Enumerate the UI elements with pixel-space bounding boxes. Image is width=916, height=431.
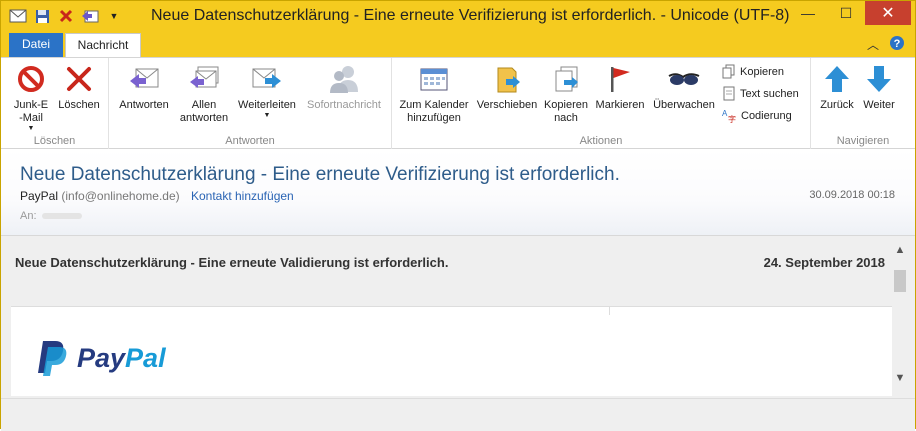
flag-icon (603, 62, 637, 96)
ribbon-tab-controls: ︿ ? (867, 35, 905, 54)
find-text-button[interactable]: Text suchen (722, 86, 799, 101)
mail-app-icon (9, 7, 27, 25)
encoding-button[interactable]: A字 Codierung (722, 108, 792, 123)
window-controls: — ☐ ✕ (789, 1, 911, 25)
body-date: 24. September 2018 (763, 255, 885, 270)
tab-file[interactable]: Datei (9, 33, 63, 57)
sender-name: PayPal (20, 189, 59, 203)
ribbon: Junk-E -Mail ▼ Löschen Löschen Antworten (1, 57, 915, 150)
copy-icon (722, 64, 735, 79)
group-actions: Zum Kalender hinzufügen Verschieben Kopi… (392, 58, 811, 150)
svg-text:?: ? (894, 38, 901, 50)
ribbon-tabs: Datei Nachricht ︿ ? (1, 32, 915, 57)
close-button[interactable]: ✕ (865, 1, 911, 25)
group-label-actions: Aktionen (579, 135, 623, 147)
help-icon[interactable]: ? (889, 35, 905, 54)
document-search-icon (723, 86, 735, 101)
copy-button[interactable]: Kopieren (722, 64, 784, 79)
maximize-button[interactable]: ☐ (827, 1, 865, 25)
window-title: Neue Datenschutzerklärung - Eine erneute… (151, 7, 790, 24)
body-bottom-area (1, 398, 915, 431)
encoding-icon: A字 (722, 109, 736, 123)
scrollbar-thumb[interactable] (894, 270, 906, 292)
quick-access-toolbar: ▼ (9, 7, 123, 25)
copy-document-icon (549, 62, 583, 96)
group-label-delete: Löschen (33, 135, 76, 147)
reply-all-button[interactable]: Allen antworten (175, 62, 233, 125)
customize-toolbar-icon[interactable]: ▼ (105, 7, 123, 25)
group-delete: Junk-E -Mail ▼ Löschen Löschen (1, 58, 109, 150)
group-label-respond: Antworten (225, 135, 275, 147)
paypal-logo-text: PayPal (77, 342, 166, 373)
reply-all-icon (187, 62, 221, 96)
message-subject: Neue Datenschutzerklärung - Eine erneute… (20, 164, 620, 185)
junk-mail-button[interactable]: Junk-E -Mail ▼ (11, 62, 51, 133)
group-navigate: Zurück Weiter Navigieren (811, 58, 915, 150)
calendar-icon (417, 62, 451, 96)
arrow-down-icon (862, 62, 896, 96)
title-bar: ▼ Neue Datenschutzerklärung - Eine erneu… (1, 1, 915, 32)
instant-message-button[interactable]: Sofortnachricht (303, 62, 385, 112)
delete-button[interactable]: Löschen (55, 62, 103, 112)
email-content-card: PayPal (11, 306, 892, 396)
paypal-mark-icon (38, 341, 67, 376)
delete-x-icon (62, 62, 96, 96)
scroll-up-icon[interactable]: ▲ (893, 244, 907, 256)
back-button[interactable]: Zurück (817, 62, 857, 112)
flag-button[interactable]: Markieren (592, 62, 648, 112)
copy-to-button[interactable]: Kopieren nach (540, 62, 592, 125)
move-button[interactable]: Verschieben (474, 62, 540, 112)
tab-message[interactable]: Nachricht (65, 33, 141, 57)
collapse-ribbon-icon[interactable]: ︿ (867, 36, 879, 53)
reply-icon (127, 62, 161, 96)
sender-line: PayPal (info@onlinehome.de) Kontakt hinz… (20, 189, 294, 203)
divider (609, 307, 610, 315)
to-label: An: (20, 210, 37, 222)
mail-window: ▼ Neue Datenschutzerklärung - Eine erneu… (0, 0, 916, 431)
recipient-redacted (41, 213, 82, 220)
reply-menu-icon[interactable] (81, 7, 99, 25)
group-respond: Antworten Allen antworten Weiterleiten ▼ (109, 58, 392, 150)
message-date: 30.09.2018 00:18 (809, 189, 895, 201)
add-to-calendar-button[interactable]: Zum Kalender hinzufügen (396, 62, 472, 125)
reply-button[interactable]: Antworten (115, 62, 173, 112)
svg-text:字: 字 (728, 114, 736, 123)
message-header: Neue Datenschutzerklärung - Eine erneute… (1, 149, 915, 235)
body-heading-row: Neue Datenschutzerklärung - Eine erneute… (15, 255, 885, 270)
recipient-line: An: (20, 210, 82, 222)
message-body[interactable]: Neue Datenschutzerklärung - Eine erneute… (1, 235, 915, 431)
glasses-icon (667, 62, 701, 96)
paypal-logo: PayPal (35, 339, 166, 377)
dropdown-caret-icon: ▼ (263, 112, 271, 119)
sender-address: (info@onlinehome.de) (61, 189, 180, 203)
dropdown-caret-icon: ▼ (27, 125, 35, 132)
next-button[interactable]: Weiter (859, 62, 899, 112)
group-label-navigate: Navigieren (836, 135, 890, 147)
add-contact-link[interactable]: Kontakt hinzufügen (191, 189, 294, 203)
delete-icon[interactable] (57, 7, 75, 25)
scroll-down-icon[interactable]: ▼ (893, 372, 907, 384)
folder-move-icon (490, 62, 524, 96)
minimize-button[interactable]: — (789, 1, 827, 25)
vertical-scrollbar[interactable]: ▲ ▼ (893, 244, 907, 394)
save-icon[interactable] (33, 7, 51, 25)
arrow-up-icon (820, 62, 854, 96)
watch-button[interactable]: Überwachen (648, 62, 720, 112)
body-heading: Neue Datenschutzerklärung - Eine erneute… (15, 255, 449, 270)
forward-icon (250, 62, 284, 96)
contacts-people-icon (327, 62, 361, 96)
block-icon (14, 62, 48, 96)
forward-button[interactable]: Weiterleiten ▼ (233, 62, 301, 120)
